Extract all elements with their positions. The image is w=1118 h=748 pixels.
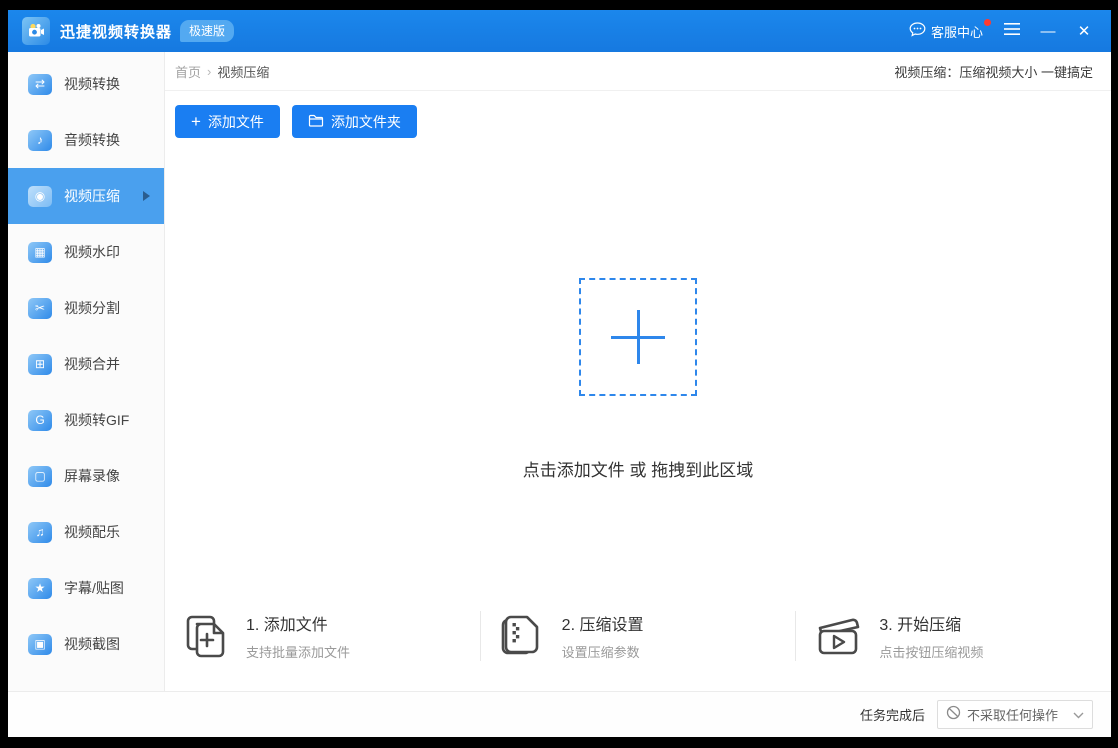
- chevron-down-icon: [1073, 706, 1084, 724]
- sidebar-item-label: 视频转GIF: [64, 412, 130, 428]
- main-content: 首页 › 视频压缩 视频压缩：压缩视频大小 一键搞定 + 添加文件 添加文件夹 …: [165, 52, 1111, 691]
- support-center-button[interactable]: 客服中心: [909, 18, 991, 41]
- video-compress-icon: ◉: [28, 185, 52, 207]
- step-subtitle: 设置压缩参数: [561, 645, 640, 660]
- sidebar-item-video-convert[interactable]: ⇄ 视频转换: [8, 56, 164, 112]
- sidebar-item-label: 屏幕录像: [64, 468, 120, 484]
- step-title: 2. 压缩设置: [561, 617, 644, 634]
- screen: 迅捷视频转换器 极速版 客服中心 — ✕ ⇄ 视频转换 ♪ 音频转换 ◉ 视频压…: [0, 0, 1118, 748]
- sidebar-item-label: 视频合并: [64, 356, 120, 372]
- sidebar-item-video-snapshot[interactable]: ▣ 视频截图: [8, 616, 164, 672]
- step-title: 3. 开始压缩: [879, 617, 962, 634]
- video-merge-icon: ⊞: [28, 353, 52, 375]
- breadcrumb-separator: ›: [207, 63, 212, 79]
- notification-dot: [984, 18, 991, 26]
- video-snapshot-icon: ▣: [28, 633, 52, 655]
- video-watermark-icon: ▦: [28, 241, 52, 263]
- video-split-icon: ✂: [28, 297, 52, 319]
- dropdown-selected-option: 不采取任何操作: [967, 708, 1059, 723]
- close-button[interactable]: ✕: [1069, 18, 1099, 44]
- audio-convert-icon: ♪: [28, 129, 52, 151]
- subtitle-sticker-icon: ★: [28, 577, 52, 599]
- breadcrumb-home-link[interactable]: 首页: [175, 62, 201, 81]
- add-file-button[interactable]: + 添加文件: [175, 105, 280, 138]
- add-folder-label: 添加文件夹: [330, 113, 401, 130]
- sidebar-item-video-merge[interactable]: ⊞ 视频合并: [8, 336, 164, 392]
- step-compress-settings: 2. 压缩设置 设置压缩参数: [479, 611, 796, 661]
- chevron-right-icon: [143, 191, 150, 201]
- no-action-icon: [946, 705, 961, 725]
- sidebar-item-label: 视频截图: [64, 636, 120, 652]
- breadcrumb: 首页 › 视频压缩 视频压缩：压缩视频大小 一键搞定: [165, 52, 1111, 91]
- dropzone-add-area[interactable]: [579, 278, 697, 396]
- step-start-compress: 3. 开始压缩 点击按钮压缩视频: [795, 611, 1111, 661]
- sidebar-item-screen-record[interactable]: ▢ 屏幕录像: [8, 448, 164, 504]
- video-music-icon: ♫: [28, 521, 52, 543]
- plus-icon: [636, 310, 640, 364]
- sidebar: ⇄ 视频转换 ♪ 音频转换 ◉ 视频压缩 ▦ 视频水印 ✂ 视频分割 ⊞ 视频合…: [8, 52, 165, 691]
- steps-row: 1. 添加文件 支持批量添加文件 2. 压缩设置 设置压缩参数 3. 开始压缩 …: [165, 611, 1111, 661]
- support-center-label: 客服中心: [930, 24, 983, 40]
- breadcrumb-current: 视频压缩: [217, 64, 270, 80]
- minimize-icon: —: [1040, 22, 1056, 40]
- sidebar-item-label: 视频水印: [64, 244, 120, 260]
- folder-icon: [308, 114, 324, 130]
- status-bar: 任务完成后 不采取任何操作: [8, 691, 1111, 737]
- sidebar-item-video-watermark[interactable]: ▦ 视频水印: [8, 224, 164, 280]
- sidebar-item-video-compress[interactable]: ◉ 视频压缩: [8, 168, 164, 224]
- app-logo-icon: [22, 17, 50, 45]
- toolbar: + 添加文件 添加文件夹: [165, 91, 1111, 138]
- menu-button[interactable]: [997, 18, 1027, 44]
- dropzone-hint-text: 点击添加文件 或 拖拽到此区域: [522, 461, 754, 480]
- sidebar-item-label: 视频配乐: [64, 524, 120, 540]
- after-task-dropdown[interactable]: 不采取任何操作: [937, 700, 1093, 729]
- hamburger-menu-icon: [1004, 22, 1020, 40]
- edition-badge: 极速版: [180, 20, 235, 42]
- minimize-button[interactable]: —: [1033, 18, 1063, 44]
- plus-icon: +: [191, 112, 201, 131]
- sidebar-item-label: 音频转换: [64, 132, 120, 148]
- step-subtitle: 点击按钮压缩视频: [879, 645, 984, 660]
- app-title: 迅捷视频转换器: [60, 23, 173, 41]
- video-convert-icon: ⇄: [28, 73, 52, 95]
- step-title: 1. 添加文件: [246, 617, 328, 634]
- app-window: 迅捷视频转换器 极速版 客服中心 — ✕ ⇄ 视频转换 ♪ 音频转换 ◉ 视频压…: [8, 10, 1111, 737]
- add-files-icon: [181, 611, 231, 661]
- feature-tagline: 视频压缩：压缩视频大小 一键搞定: [894, 64, 1093, 80]
- sidebar-item-label: 视频压缩: [64, 188, 120, 204]
- start-compress-icon: [812, 611, 864, 661]
- add-file-label: 添加文件: [207, 113, 264, 130]
- sidebar-item-label: 字幕/贴图: [64, 580, 124, 596]
- compress-settings-icon: [497, 611, 547, 661]
- sidebar-item-label: 视频转换: [64, 76, 120, 92]
- sidebar-item-audio-convert[interactable]: ♪ 音频转换: [8, 112, 164, 168]
- after-task-label: 任务完成后: [859, 708, 925, 723]
- add-folder-button[interactable]: 添加文件夹: [291, 105, 417, 138]
- sidebar-item-video-music[interactable]: ♫ 视频配乐: [8, 504, 164, 560]
- sidebar-item-subtitle-sticker[interactable]: ★ 字幕/贴图: [8, 560, 164, 616]
- sidebar-item-video-to-gif[interactable]: G 视频转GIF: [8, 392, 164, 448]
- screen-record-icon: ▢: [28, 465, 52, 487]
- video-to-gif-icon: G: [28, 409, 52, 431]
- step-subtitle: 支持批量添加文件: [246, 645, 351, 660]
- step-add-files: 1. 添加文件 支持批量添加文件: [165, 611, 480, 661]
- title-bar: 迅捷视频转换器 极速版 客服中心 — ✕: [8, 10, 1111, 52]
- chat-bubble-icon: [909, 22, 926, 40]
- close-icon: ✕: [1077, 23, 1091, 40]
- sidebar-item-label: 视频分割: [64, 300, 120, 316]
- sidebar-item-video-split[interactable]: ✂ 视频分割: [8, 280, 164, 336]
